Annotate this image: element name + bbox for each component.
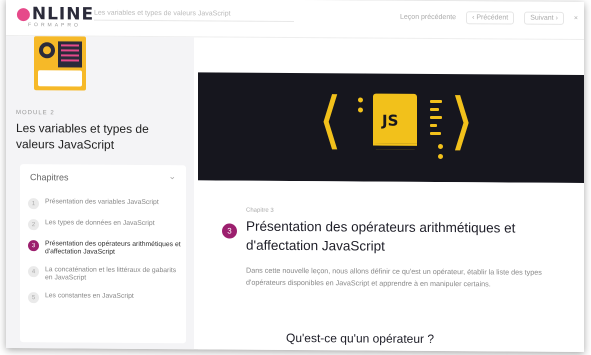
chapter-label: Présentation des opérateurs arithmétique… <box>45 240 181 256</box>
dots-decoration <box>198 72 584 160</box>
logo-mark: ● <box>16 4 32 25</box>
section-heading: Qu'est-ce qu'un opérateur ? <box>286 330 435 346</box>
module-label: MODULE 2 <box>16 110 55 117</box>
lesson-description: Dans cette nouvelle leçon, nous allons d… <box>246 265 542 289</box>
lines-decoration <box>198 72 584 136</box>
gear-icon <box>39 42 55 59</box>
top-actions: Leçon précédente ‹ Précédent Suivant › × <box>400 11 578 25</box>
chapter-label: Les constantes en JavaScript <box>45 292 134 300</box>
previous-button[interactable]: ‹ Précédent <box>466 11 515 25</box>
chapter-number: 4 <box>28 266 39 278</box>
chapter-list: 1 Présentation des variables JavaScript 2… <box>28 198 184 314</box>
top-bar: ●NLINE FORMAPRO Les variables et types d… <box>6 0 584 41</box>
chapter-item[interactable]: 5 Les constantes en JavaScript <box>28 292 184 304</box>
chapter-item-active[interactable]: 3 Présentation des opérateurs arithmétiqu… <box>28 240 184 257</box>
previous-label: Précédent <box>476 14 509 22</box>
chapter-label: Les types de données en JavaScript <box>45 219 155 228</box>
chapter-number: 1 <box>28 198 39 210</box>
code-window-icon <box>58 41 82 68</box>
chapter-label: La concaténation et les littéraux de gab… <box>45 266 177 282</box>
next-button[interactable]: Suivant › <box>524 11 564 25</box>
chapter-label: Présentation des variables JavaScript <box>45 198 159 207</box>
chapter-number: 5 <box>28 292 39 304</box>
close-icon[interactable]: × <box>574 15 578 22</box>
module-title: Les variables et types de valeurs JavaSc… <box>16 121 149 152</box>
chapter-number-badge: 3 <box>222 223 237 239</box>
chapters-heading[interactable]: Chapitres <box>30 172 69 182</box>
course-title: Les variables et types de valeurs JavaSc… <box>94 9 231 18</box>
next-label: Suivant <box>530 14 554 22</box>
chevron-right-icon: › <box>553 14 558 22</box>
logo-subtitle: FORMAPRO <box>28 22 81 29</box>
lesson-window: ●NLINE FORMAPRO Les variables et types d… <box>6 0 584 353</box>
bracket-right-icon: ⟩ <box>450 84 475 158</box>
chapter-number: 3 <box>28 240 39 252</box>
chapter-label: Chapitre 3 <box>246 207 274 214</box>
previous-lesson-link[interactable]: Leçon précédente <box>400 14 456 21</box>
chapter-number: 2 <box>28 219 39 231</box>
progress-track <box>94 19 294 22</box>
js-label: JS <box>382 111 399 130</box>
book-edge <box>373 143 417 150</box>
bracket-left-icon: ⟨ <box>318 83 343 157</box>
javascript-book-icon: JS <box>373 93 417 150</box>
chapter-item[interactable]: 4 La concaténation et les littéraux de ga… <box>28 266 184 283</box>
keyboard-icon <box>38 70 82 87</box>
lesson-banner: ⟨ JS ⟩ <box>198 72 584 184</box>
module-thumbnail <box>34 36 86 91</box>
chapter-item[interactable]: 2 Les types de données en JavaScript <box>28 219 184 231</box>
chapter-item[interactable]: 1 Présentation des variables JavaScript <box>28 198 184 210</box>
chevron-down-icon[interactable]: ⌄ <box>168 171 176 182</box>
chapter-panel: Chapitres ⌄ 1 Présentation des variables … <box>20 164 186 344</box>
sidebar: MODULE 2 Les variables et types de valeu… <box>6 35 194 350</box>
lesson-content: Chapitre 3 3 Présentation des opérateurs… <box>198 180 584 353</box>
lesson-title: Présentation des opérateurs arithmétique… <box>246 218 516 254</box>
